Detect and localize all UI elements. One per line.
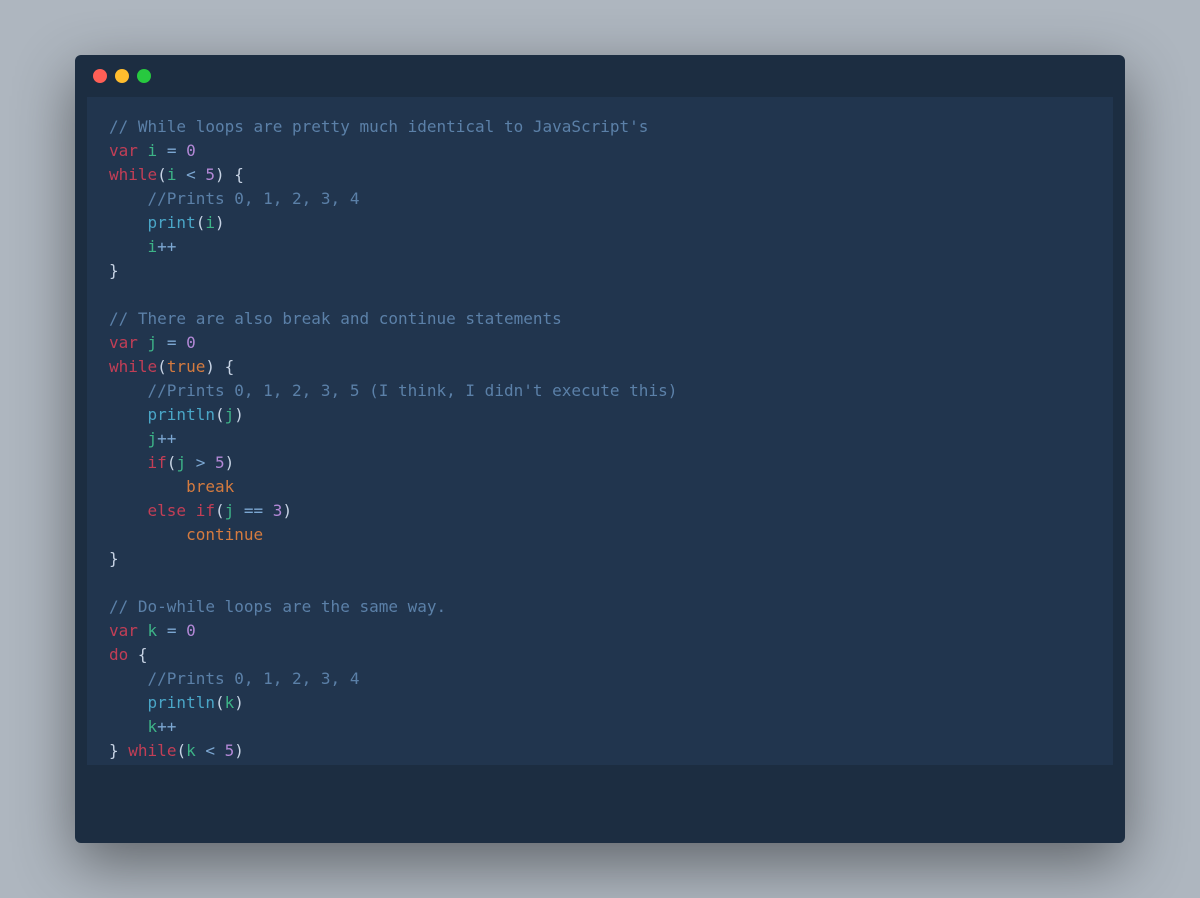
identifier: i	[205, 213, 215, 232]
comment: //Prints 0, 1, 2, 3, 5 (I think, I didn'…	[148, 381, 678, 400]
boolean: true	[167, 357, 206, 376]
paren: )	[234, 741, 244, 760]
keyword-while: while	[109, 165, 157, 184]
number: 3	[273, 501, 283, 520]
operator: =	[167, 621, 177, 640]
code-window: // While loops are pretty much identical…	[75, 55, 1125, 843]
identifier: j	[225, 405, 235, 424]
comment: //Prints 0, 1, 2, 3, 4	[148, 669, 360, 688]
paren: (	[215, 405, 225, 424]
paren: )	[234, 405, 244, 424]
builtin-print: print	[148, 213, 196, 232]
keyword-while: while	[109, 357, 157, 376]
operator: ==	[244, 501, 263, 520]
operator: =	[167, 141, 177, 160]
keyword-else: else	[148, 501, 187, 520]
brace: {	[234, 165, 244, 184]
operator: ++	[157, 717, 176, 736]
keyword-var: var	[109, 141, 138, 160]
close-icon[interactable]	[93, 69, 107, 83]
brace: }	[109, 549, 119, 568]
keyword-while: while	[128, 741, 176, 760]
identifier: i	[148, 141, 158, 160]
keyword-var: var	[109, 333, 138, 352]
paren: (	[167, 453, 177, 472]
operator: ++	[157, 429, 176, 448]
brace: }	[109, 261, 119, 280]
operator: <	[186, 165, 196, 184]
paren: )	[282, 501, 292, 520]
paren: )	[215, 165, 225, 184]
comment: //Prints 0, 1, 2, 3, 4	[148, 189, 360, 208]
number: 0	[186, 621, 196, 640]
brace: }	[109, 741, 119, 760]
identifier: i	[167, 165, 177, 184]
identifier: j	[225, 501, 235, 520]
window-titlebar	[75, 55, 1125, 97]
keyword-continue: continue	[186, 525, 263, 544]
keyword-do: do	[109, 645, 128, 664]
number: 0	[186, 333, 196, 352]
paren: (	[215, 693, 225, 712]
number: 0	[186, 141, 196, 160]
paren: )	[215, 213, 225, 232]
identifier: i	[148, 237, 158, 256]
keyword-if: if	[196, 501, 215, 520]
identifier: j	[148, 429, 158, 448]
number: 5	[225, 741, 235, 760]
brace: {	[225, 357, 235, 376]
paren: (	[157, 165, 167, 184]
paren: (	[215, 501, 225, 520]
identifier: k	[186, 741, 196, 760]
builtin-println: println	[148, 405, 215, 424]
identifier: k	[148, 717, 158, 736]
identifier: j	[148, 333, 158, 352]
builtin-println: println	[148, 693, 215, 712]
operator: >	[196, 453, 206, 472]
identifier: j	[176, 453, 186, 472]
comment: // Do-while loops are the same way.	[109, 597, 446, 616]
paren: )	[234, 693, 244, 712]
operator: <	[205, 741, 215, 760]
paren: (	[157, 357, 167, 376]
number: 5	[205, 165, 215, 184]
brace: {	[138, 645, 148, 664]
paren: (	[176, 741, 186, 760]
zoom-icon[interactable]	[137, 69, 151, 83]
operator: ++	[157, 237, 176, 256]
minimize-icon[interactable]	[115, 69, 129, 83]
keyword-if: if	[148, 453, 167, 472]
number: 5	[215, 453, 225, 472]
keyword-var: var	[109, 621, 138, 640]
identifier: k	[225, 693, 235, 712]
identifier: k	[148, 621, 158, 640]
paren: )	[225, 453, 235, 472]
code-editor[interactable]: // While loops are pretty much identical…	[87, 97, 1113, 765]
paren: (	[196, 213, 206, 232]
operator: =	[167, 333, 177, 352]
keyword-break: break	[186, 477, 234, 496]
comment: // There are also break and continue sta…	[109, 309, 562, 328]
paren: )	[205, 357, 215, 376]
comment: // While loops are pretty much identical…	[109, 117, 648, 136]
